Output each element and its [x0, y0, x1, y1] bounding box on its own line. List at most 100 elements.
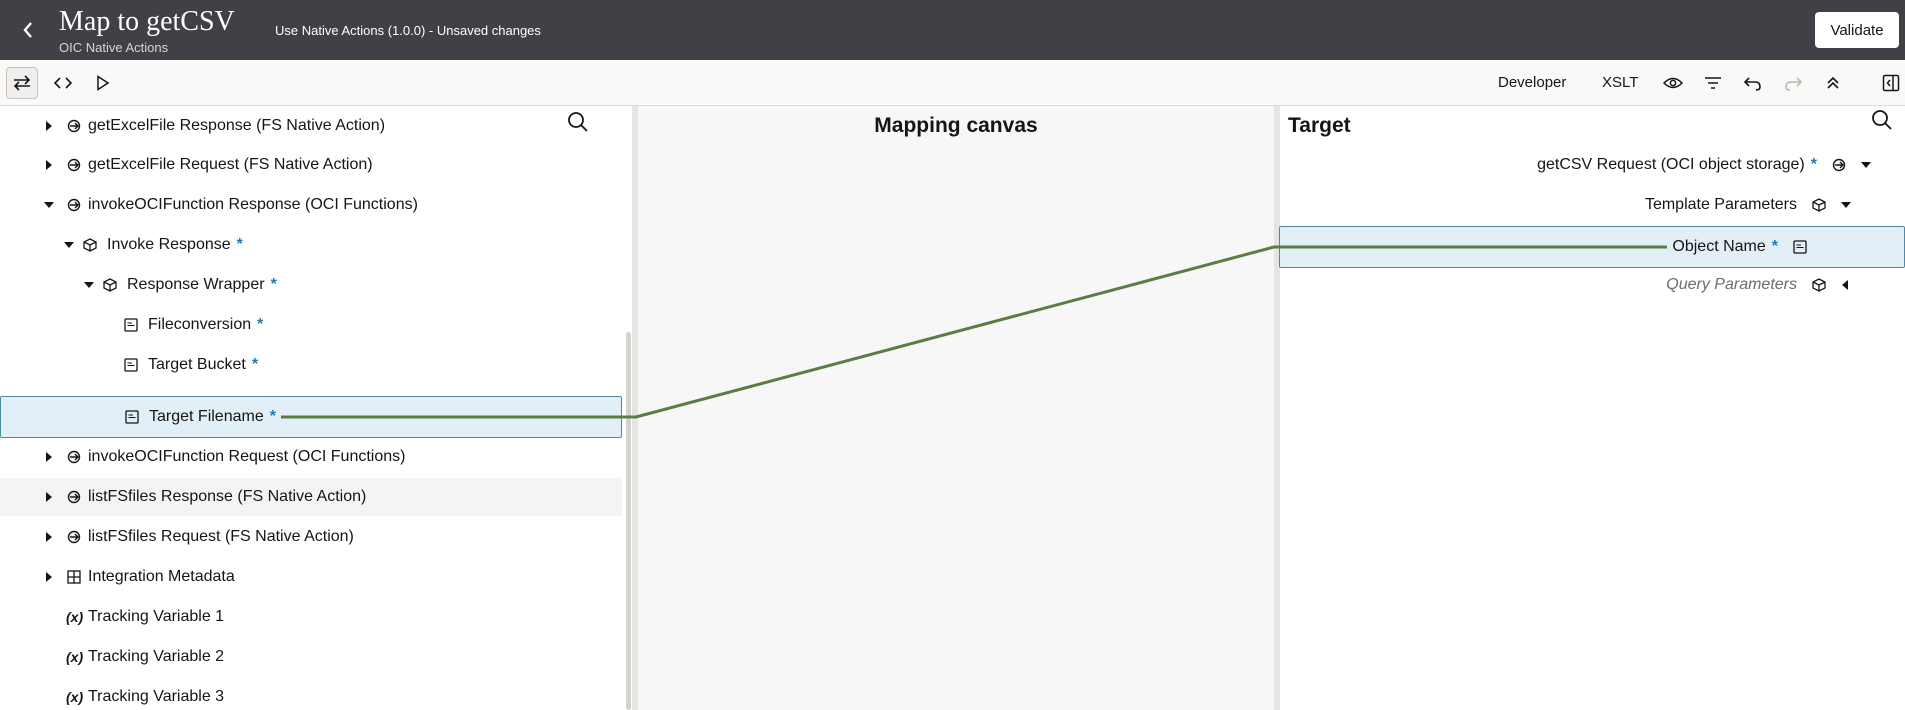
target-node[interactable]: Template Parameters — [1280, 186, 1905, 224]
target-node[interactable]: Query Parameters — [1280, 266, 1905, 304]
tree-node[interactable]: Integration Metadata — [0, 558, 622, 596]
tree-node-label: Object Name — [1672, 238, 1766, 255]
string-field-icon — [1793, 240, 1807, 254]
mapper-toolbar: Developer XSLT — [0, 60, 1905, 106]
code-view-button[interactable] — [47, 67, 79, 99]
tree-node-label: getCSV Request (OCI object storage) — [1537, 156, 1805, 173]
cube-icon — [1812, 198, 1826, 212]
target-search-button[interactable] — [1870, 108, 1894, 132]
message-icon — [67, 198, 81, 212]
caret-right-icon[interactable] — [41, 518, 57, 556]
mapper-view-button[interactable] — [6, 67, 38, 99]
developer-mode-toggle[interactable]: Developer — [1498, 74, 1566, 91]
tree-node[interactable]: Response Wrapper * — [0, 266, 622, 304]
tree-node[interactable]: invokeOCIFunction Response (OCI Function… — [0, 186, 622, 224]
chevron-left-icon — [23, 22, 32, 38]
tree-node[interactable]: getExcelFile Response (FS Native Action) — [0, 107, 622, 145]
string-field-icon — [124, 318, 138, 332]
required-marker: * — [236, 236, 243, 253]
swap-arrows-icon — [13, 75, 31, 91]
undo-button[interactable] — [1737, 67, 1769, 99]
required-marker: * — [1771, 238, 1778, 255]
tree-node[interactable]: listFSfiles Response (FS Native Action) — [0, 478, 622, 516]
page-subtitle: OIC Native Actions — [59, 40, 169, 55]
caret-right-icon[interactable] — [41, 146, 57, 184]
caret-right-icon[interactable] — [41, 558, 57, 596]
message-icon — [67, 450, 81, 464]
source-tree-pane: getExcelFile Response (FS Native Action)… — [0, 106, 632, 710]
validate-button[interactable]: Validate — [1815, 12, 1899, 48]
play-icon — [97, 75, 110, 91]
tree-node[interactable]: invokeOCIFunction Request (OCI Functions… — [0, 438, 622, 476]
tree-node[interactable]: Invoke Response * — [0, 226, 622, 264]
tree-node-label: Template Parameters — [1644, 196, 1797, 213]
code-icon — [54, 77, 72, 89]
collapse-all-button[interactable] — [1817, 67, 1849, 99]
tree-node-label: Tracking Variable 3 — [88, 688, 225, 705]
filter-button[interactable] — [1697, 67, 1729, 99]
back-button[interactable] — [10, 12, 46, 48]
toggle-panel-button[interactable] — [1875, 67, 1905, 99]
mapping-canvas: Mapping canvas — [638, 106, 1274, 710]
tree-node-label: Fileconversion — [148, 316, 252, 333]
undo-icon — [1744, 77, 1761, 91]
test-run-button[interactable] — [87, 67, 119, 99]
tree-node-label: Tracking Variable 2 — [88, 648, 225, 665]
integration-status: Use Native Actions (1.0.0) - Unsaved cha… — [275, 23, 541, 38]
tree-node-label: getExcelFile Request (FS Native Action) — [88, 156, 373, 173]
target-title: Target — [1288, 114, 1351, 137]
view-options-button[interactable] — [1657, 67, 1689, 99]
cube-icon — [103, 278, 117, 292]
target-node[interactable]: getCSV Request (OCI object storage) * — [1280, 146, 1905, 184]
tree-node-label: Response Wrapper — [127, 276, 265, 293]
tree-leaf[interactable]: Fileconversion * — [0, 306, 622, 344]
message-icon — [1832, 158, 1846, 172]
mapping-canvas-title: Mapping canvas — [874, 114, 1038, 137]
cube-icon — [83, 238, 97, 252]
tree-node-label: Query Parameters — [1666, 276, 1797, 293]
caret-down-icon[interactable] — [1838, 186, 1854, 224]
variable-icon: (x) — [66, 649, 84, 665]
message-icon — [67, 490, 81, 504]
xslt-toggle[interactable]: XSLT — [1602, 74, 1638, 91]
tree-variable[interactable]: (x) Tracking Variable 3 — [0, 678, 622, 710]
caret-down-icon[interactable] — [61, 226, 77, 264]
caret-right-icon[interactable] — [41, 107, 57, 145]
tree-node[interactable]: listFSfiles Request (FS Native Action) — [0, 518, 622, 556]
tree-node-label: Target Filename — [149, 408, 264, 425]
variable-icon: (x) — [66, 609, 84, 625]
message-icon — [67, 530, 81, 544]
caret-down-icon[interactable] — [1858, 146, 1874, 184]
filter-icon — [1705, 77, 1721, 89]
double-chevron-up-icon — [1827, 76, 1839, 89]
redo-button[interactable] — [1777, 67, 1809, 99]
tree-leaf-selected[interactable]: Target Filename * — [0, 396, 622, 438]
required-marker: * — [269, 408, 276, 425]
message-icon — [67, 119, 81, 133]
tree-variable[interactable]: (x) Tracking Variable 1 — [0, 598, 622, 636]
redo-icon — [1785, 77, 1802, 91]
tree-node-label: invokeOCIFunction Response (OCI Function… — [88, 196, 418, 213]
eye-icon — [1663, 77, 1683, 89]
tree-node-label: listFSfiles Request (FS Native Action) — [88, 528, 354, 545]
tree-node-label: Integration Metadata — [88, 568, 235, 585]
caret-right-icon[interactable] — [41, 478, 57, 516]
caret-left-icon[interactable] — [1837, 266, 1853, 304]
variable-icon: (x) — [66, 689, 84, 705]
cube-icon — [1812, 278, 1826, 292]
required-marker: * — [1810, 156, 1817, 173]
string-field-icon — [124, 358, 138, 372]
tree-node-label: listFSfiles Response (FS Native Action) — [88, 488, 367, 505]
caret-right-icon[interactable] — [41, 438, 57, 476]
tree-node-label: invokeOCIFunction Request (OCI Functions… — [88, 448, 406, 465]
caret-down-icon[interactable] — [81, 266, 97, 304]
caret-down-icon[interactable] — [41, 186, 57, 224]
tree-node-label: Target Bucket — [148, 356, 246, 373]
target-node-selected[interactable]: Object Name * — [1279, 226, 1905, 268]
string-field-icon — [125, 410, 139, 424]
page-title: Map to getCSV — [59, 6, 235, 37]
source-scrollbar-thumb[interactable] — [626, 332, 631, 710]
tree-variable[interactable]: (x) Tracking Variable 2 — [0, 638, 622, 676]
tree-leaf[interactable]: Target Bucket * — [0, 346, 622, 384]
tree-node[interactable]: getExcelFile Request (FS Native Action) — [0, 146, 622, 184]
